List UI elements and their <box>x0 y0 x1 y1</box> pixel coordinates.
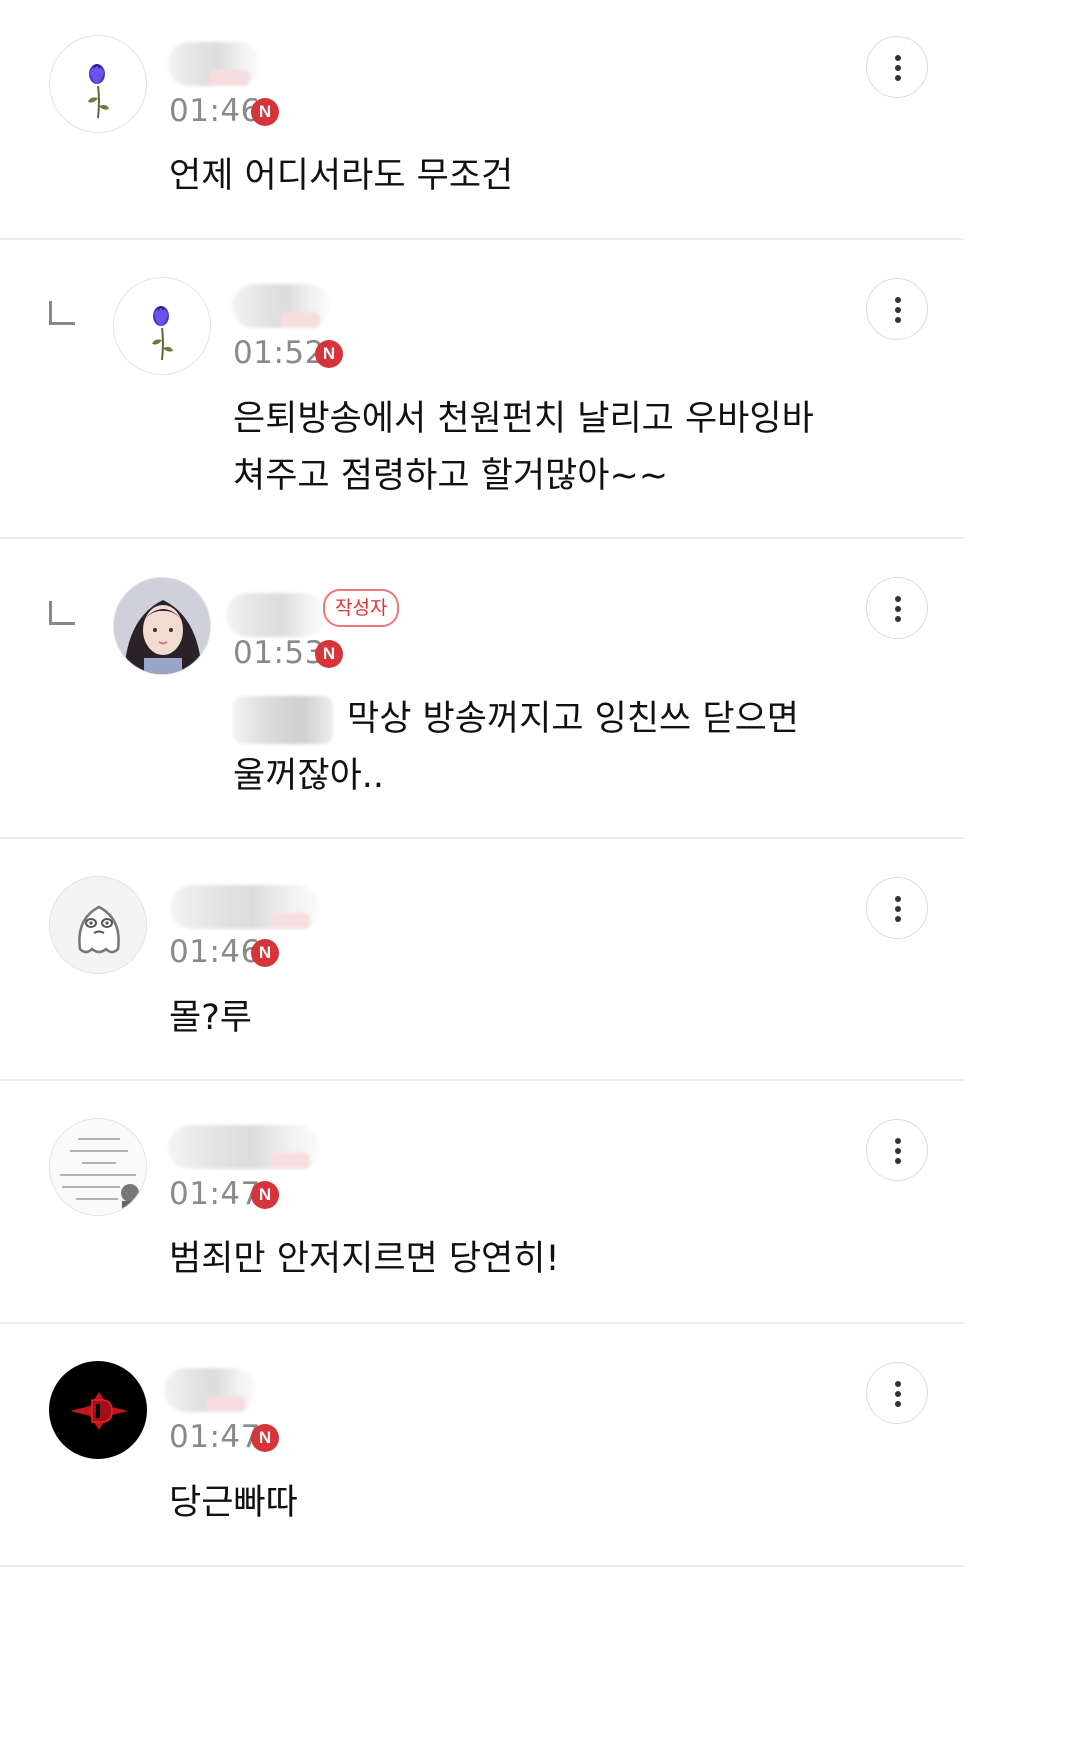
profile-photo-girl <box>114 578 210 674</box>
author-name-redacted <box>170 885 320 929</box>
comment-text-line-1: 은퇴방송에서 천원펀치 날리고 우바잉바 <box>233 399 814 439</box>
author-name-redacted <box>164 1368 256 1412</box>
comment-time: 01:46 <box>169 934 261 970</box>
red-d-logo-icon <box>50 1362 146 1458</box>
comment-time: 01:46 <box>169 93 261 129</box>
avatar[interactable] <box>49 876 147 974</box>
more-vertical-icon <box>895 1381 901 1387</box>
avatar[interactable] <box>113 577 211 675</box>
comment-text: 몰?루 <box>169 998 252 1038</box>
comment-item: 01:52 N 은퇴방송에서 천원펀치 날리고 우바잉바 쳐주고 점령하고 할거… <box>0 240 964 539</box>
more-options-button[interactable] <box>866 1362 928 1424</box>
ghost-character-icon <box>78 905 120 954</box>
comment-text-line-2: 울꺼잖아.. <box>233 756 385 796</box>
mention-redacted <box>233 696 333 744</box>
more-vertical-icon <box>895 55 901 61</box>
new-badge: N <box>315 340 343 368</box>
avatar[interactable] <box>49 35 147 133</box>
comment-text-content: 막상 방송꺼지고 잉친쓰 닫으면 <box>347 699 799 739</box>
quote-text-image <box>50 1119 146 1215</box>
more-vertical-icon <box>895 596 901 602</box>
comment-text: 범죄만 안저지르면 당연히! <box>169 1239 560 1279</box>
comment-text: 언제 어디서라도 무조건 <box>169 156 514 196</box>
comment-text-line-2: 쳐주고 점령하고 할거많아~~ <box>233 456 669 496</box>
avatar[interactable] <box>49 1118 147 1216</box>
comment-time: 01:53 <box>233 635 325 671</box>
more-vertical-icon <box>895 297 901 303</box>
more-vertical-icon <box>895 1138 901 1144</box>
more-options-button[interactable] <box>866 877 928 939</box>
author-badge: 작성자 <box>323 589 400 627</box>
comment-item: 01:47 N 범죄만 안저지르면 당연히! <box>0 1081 964 1324</box>
comment-time: 01:47 <box>169 1176 261 1212</box>
comment-item: 01:46 N 언제 어디서라도 무조건 <box>0 0 964 240</box>
comment-time: 01:47 <box>169 1419 261 1455</box>
comment-time: 01:52 <box>233 335 325 371</box>
comment-text: 당근빠따 <box>169 1483 298 1523</box>
avatar[interactable] <box>113 277 211 375</box>
more-options-button[interactable] <box>866 577 928 639</box>
comment-list: 01:46 N 언제 어디서라도 무조건 01:52 N 은퇴방송에서 천원펀치… <box>0 0 964 1759</box>
author-name-redacted <box>168 1125 320 1169</box>
more-options-button[interactable] <box>866 36 928 98</box>
new-badge: N <box>251 98 279 126</box>
more-vertical-icon <box>895 896 901 902</box>
author-name-redacted <box>168 42 260 86</box>
avatar[interactable] <box>49 1361 147 1459</box>
new-badge: N <box>251 1424 279 1452</box>
comment-item: 01:47 N 당근빠따 <box>0 1324 964 1567</box>
author-name-redacted <box>226 593 326 637</box>
reply-corner-icon <box>49 601 75 625</box>
more-options-button[interactable] <box>866 1119 928 1181</box>
rose-icon <box>88 64 109 119</box>
more-options-button[interactable] <box>866 278 928 340</box>
comment-item: 01:46 N 몰?루 <box>0 839 964 1081</box>
new-badge: N <box>251 1181 279 1209</box>
author-name-redacted <box>232 284 330 328</box>
new-badge: N <box>315 640 343 668</box>
rose-icon <box>152 306 173 361</box>
comment-item: 작성자 01:53 N 막상 방송꺼지고 잉친쓰 닫으면 울꺼잖아.. <box>0 539 964 839</box>
new-badge: N <box>251 939 279 967</box>
comment-text-line-1: 막상 방송꺼지고 잉친쓰 닫으면 <box>233 691 799 748</box>
reply-corner-icon <box>49 301 75 325</box>
